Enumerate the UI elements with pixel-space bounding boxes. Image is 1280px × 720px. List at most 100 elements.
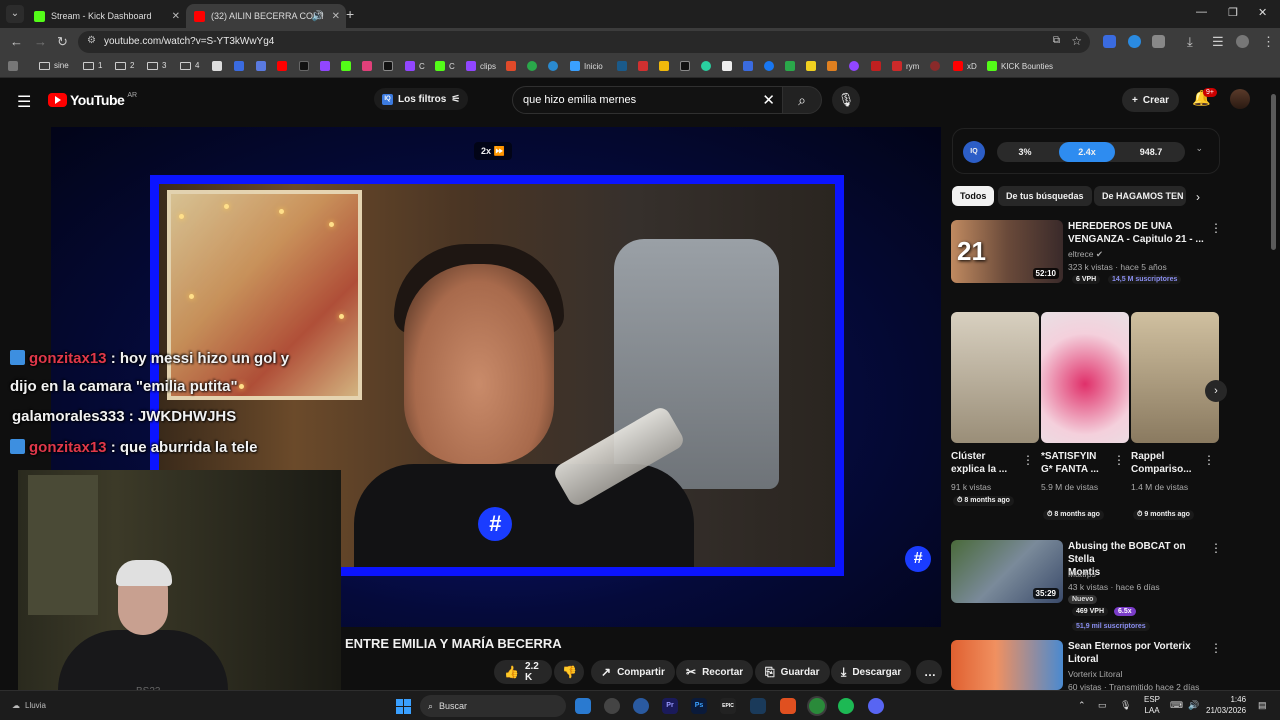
language-indicator[interactable]: ESP LAA — [1144, 694, 1160, 716]
spotify-icon[interactable] — [838, 698, 854, 714]
channel-name[interactable]: Mattfps — [1068, 569, 1096, 579]
short-menu-icon[interactable]: ⋮ — [1022, 453, 1034, 467]
bookmark-site[interactable] — [764, 61, 774, 71]
browser-tab-youtube[interactable]: (32) AILIN BECERRA CONTO 🔊 ✕ — [186, 4, 346, 28]
bookmark-site[interactable] — [722, 61, 732, 71]
bookmark-site[interactable]: C — [435, 61, 455, 71]
chevron-right-icon[interactable]: › — [1196, 190, 1200, 204]
bookmark-site[interactable] — [743, 61, 753, 71]
chevron-down-icon[interactable]: ⌄ — [1195, 143, 1203, 154]
profile-avatar[interactable] — [1236, 35, 1249, 48]
short-menu-icon[interactable]: ⋮ — [1203, 453, 1215, 467]
bookmark-folder[interactable]: 1 — [83, 61, 102, 70]
bookmark-site[interactable] — [659, 61, 669, 71]
short-thumbnail[interactable] — [951, 312, 1039, 443]
download-icon[interactable]: ⤓ — [1187, 34, 1193, 50]
apps-icon[interactable] — [8, 61, 18, 71]
bookmark-site[interactable] — [680, 61, 690, 71]
share-button[interactable]: ↗ Compartir — [591, 660, 675, 684]
search-button[interactable]: ⌕ — [782, 86, 822, 114]
filters-button[interactable]: IQ Los filtros ⚟ — [374, 88, 469, 110]
short-thumbnail[interactable] — [1131, 312, 1219, 443]
account-avatar[interactable] — [1230, 89, 1250, 109]
shorts-next-button[interactable]: › — [1205, 380, 1227, 402]
network-icon[interactable]: ⌨ — [1170, 700, 1183, 711]
voice-search-button[interactable]: 🎙 — [832, 86, 860, 114]
channel-name[interactable]: Vorterix Litoral — [1068, 669, 1122, 679]
chip-channel[interactable]: De HAGAMOS TEN — [1094, 186, 1186, 206]
chip-from-searches[interactable]: De tus búsquedas — [998, 186, 1092, 206]
bookmark-site[interactable] — [617, 61, 627, 71]
bookmark-site[interactable] — [871, 61, 881, 71]
bookmark-site[interactable] — [930, 61, 940, 71]
bookmark-star-icon[interactable]: ☆ — [1071, 34, 1082, 48]
bookmark-site[interactable]: KICK Bounties — [987, 61, 1053, 71]
bookmark-site[interactable] — [234, 61, 244, 71]
speaker-icon[interactable]: 🔊 — [312, 11, 324, 22]
bookmark-site[interactable] — [785, 61, 795, 71]
short-menu-icon[interactable]: ⋮ — [1113, 453, 1125, 467]
speed-percent[interactable]: 3% — [999, 142, 1051, 162]
more-actions-button[interactable]: … — [916, 660, 942, 684]
bookmark-site[interactable]: Inicio — [570, 61, 603, 71]
url-field[interactable]: ⚙ youtube.com/watch?v=S-YT3kWwYg4 ⧉ ☆ — [78, 31, 1090, 53]
bookmark-site[interactable] — [256, 61, 266, 71]
bookmark-site[interactable] — [827, 61, 837, 71]
tray-app-icon[interactable]: ▭ — [1098, 700, 1107, 711]
bookmark-site[interactable] — [527, 61, 537, 71]
hamburger-menu-icon[interactable]: ☰ — [17, 92, 31, 112]
bookmark-site[interactable] — [701, 61, 711, 71]
weather-widget[interactable]: ☁ Lluvia — [12, 701, 46, 710]
short-thumbnail[interactable] — [1041, 312, 1129, 443]
short-title[interactable]: Clúster explica la ... — [951, 450, 1021, 476]
download-button[interactable]: ⤓ Descargar — [831, 660, 912, 684]
taskbar-app-icon[interactable] — [633, 698, 649, 714]
notification-center-icon[interactable]: ▤ — [1258, 700, 1267, 711]
bookmark-folder[interactable]: 3 — [147, 61, 166, 70]
discord-icon[interactable] — [868, 698, 884, 714]
video-menu-icon[interactable]: ⋮ — [1210, 221, 1222, 235]
extensions-puzzle-icon[interactable] — [1152, 35, 1165, 48]
bookmark-site[interactable]: C — [405, 61, 425, 71]
translate-extension-icon[interactable] — [1103, 35, 1116, 48]
extension-icon[interactable] — [1128, 35, 1141, 48]
bookmark-folder[interactable]: 4 — [180, 61, 199, 70]
taskbar-app-icon[interactable] — [575, 698, 591, 714]
premiere-icon[interactable]: Pr — [662, 698, 678, 714]
video-thumbnail[interactable]: 21 52:10 — [951, 220, 1063, 283]
epic-games-icon[interactable]: EPIC — [720, 698, 736, 714]
short-title[interactable]: *SATISFYIN G* FANTA ... — [1041, 450, 1111, 476]
bookmark-site[interactable]: rym — [892, 61, 919, 71]
steam-icon[interactable] — [750, 698, 766, 714]
bookmark-site[interactable] — [506, 61, 516, 71]
clip-button[interactable]: ✂ Recortar — [676, 660, 754, 684]
bookmark-site[interactable] — [638, 61, 648, 71]
bookmark-site[interactable] — [362, 61, 372, 71]
reload-icon[interactable]: ↻ — [57, 34, 68, 50]
taskbar-app-icon[interactable] — [604, 698, 620, 714]
chrome-icon[interactable] — [809, 698, 825, 714]
clear-search-icon[interactable]: ✕ — [762, 91, 775, 109]
video-thumbnail[interactable] — [951, 640, 1063, 690]
bookmark-folder[interactable]: 2 — [115, 61, 134, 70]
menu-icon[interactable]: ⋮ — [1262, 34, 1275, 50]
maximize-button[interactable]: ❐ — [1228, 6, 1238, 19]
photoshop-icon[interactable]: Ps — [691, 698, 707, 714]
brave-icon[interactable] — [780, 698, 796, 714]
close-icon[interactable]: ✕ — [332, 11, 340, 22]
start-button[interactable] — [396, 699, 411, 714]
save-button[interactable]: ⎘ Guardar — [755, 660, 830, 684]
taskbar-search[interactable]: ⌕ Buscar — [420, 695, 566, 717]
bookmark-site[interactable]: xD — [953, 61, 977, 71]
microphone-icon[interactable]: 🎙 — [1120, 700, 1131, 711]
bookmark-site[interactable] — [383, 61, 393, 71]
minimize-button[interactable]: — — [1196, 6, 1207, 18]
search-input[interactable]: que hizo emilia mernes ✕ — [512, 86, 788, 114]
chip-all[interactable]: Todos — [952, 186, 995, 206]
video-title[interactable]: Sean Eternos por Vorterix Litoral — [1068, 640, 1208, 666]
reading-list-icon[interactable]: ☰ — [1212, 34, 1224, 50]
new-tab-button[interactable]: + — [346, 6, 354, 22]
speed-current[interactable]: 2.4x — [1059, 142, 1115, 162]
like-button[interactable]: 👍 2.2 K — [494, 660, 552, 684]
system-clock[interactable]: 1:46 21/03/2026 — [1206, 694, 1246, 716]
